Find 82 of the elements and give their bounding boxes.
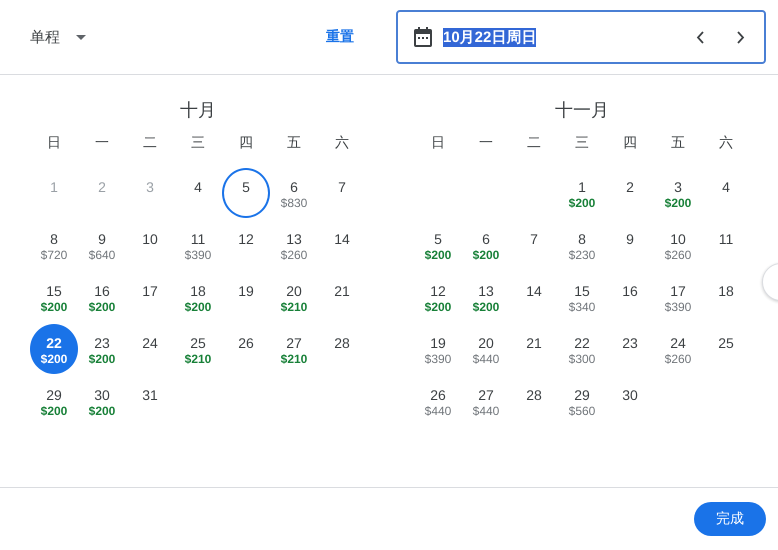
calendar-day[interactable]: 20 $440 [462, 324, 510, 374]
done-button[interactable]: 完成 [694, 502, 766, 536]
calendar-day[interactable]: 27 $210 [270, 324, 318, 374]
weekday-label: 六 [719, 134, 733, 152]
calendar-day[interactable]: 7 [510, 220, 558, 270]
calendar-day[interactable]: 25 [702, 324, 750, 374]
weekday-label: 日 [431, 134, 445, 152]
calendar-day[interactable]: 27 $440 [462, 376, 510, 426]
chevron-left-icon [696, 30, 704, 44]
calendar-day[interactable]: 17 [126, 272, 174, 322]
caret-icon [76, 34, 86, 40]
calendar-day[interactable]: 8 $720 [30, 220, 78, 270]
calendar-day[interactable]: 2 [606, 168, 654, 218]
calendar-day[interactable]: 10 [126, 220, 174, 270]
calendar-day[interactable]: 23 $200 [78, 324, 126, 374]
weekday-label: 五 [671, 134, 685, 152]
weekday-label: 二 [143, 134, 157, 152]
calendar-day[interactable]: 12 $200 [414, 272, 462, 322]
calendar-day[interactable]: 24 $260 [654, 324, 702, 374]
calendar-day[interactable]: 30 $200 [78, 376, 126, 426]
calendar-day[interactable]: 28 [318, 324, 366, 374]
calendar-day[interactable]: 26 [222, 324, 270, 374]
calendar-day[interactable]: 19 $390 [414, 324, 462, 374]
calendar-day[interactable]: 9 $640 [78, 220, 126, 270]
weekday-label: 一 [95, 134, 109, 152]
calendar-day[interactable]: 16 $200 [78, 272, 126, 322]
calendar-day[interactable]: 28 [510, 376, 558, 426]
calendar-day[interactable]: 29 $200 [30, 376, 78, 426]
calendar-day[interactable]: 21 [510, 324, 558, 374]
calendar-day[interactable]: 16 [606, 272, 654, 322]
calendar-day[interactable]: 6 $830 [270, 168, 318, 218]
calendar-day[interactable]: 21 [318, 272, 366, 322]
weekday-label: 四 [239, 134, 253, 152]
weekday-label: 五 [287, 134, 301, 152]
weekday-label: 三 [575, 134, 589, 152]
calendar-day[interactable]: 9 [606, 220, 654, 270]
calendar-day[interactable]: 1 $200 [558, 168, 606, 218]
calendar-day[interactable]: 11 [702, 220, 750, 270]
calendar-day[interactable]: 22 $300 [558, 324, 606, 374]
weekday-label: 一 [479, 134, 493, 152]
calendar-day[interactable]: 13 $200 [462, 272, 510, 322]
calendar-day[interactable]: 30 [606, 376, 654, 426]
calendar-day[interactable]: 23 [606, 324, 654, 374]
calendar-day[interactable]: 14 [318, 220, 366, 270]
calendar-icon [414, 27, 432, 47]
weekday-label: 四 [623, 134, 637, 152]
calendar-day[interactable]: 20 $210 [270, 272, 318, 322]
reset-link[interactable]: 重置 [324, 22, 356, 52]
trip-type-dropdown[interactable]: 单程 [18, 20, 98, 54]
weekday-label: 日 [47, 134, 61, 152]
calendar-day[interactable]: 8 $230 [558, 220, 606, 270]
calendar-day[interactable]: 29 $560 [558, 376, 606, 426]
calendar-day[interactable]: 17 $390 [654, 272, 702, 322]
calendar-day[interactable]: 31 [126, 376, 174, 426]
calendar-day[interactable]: 22 $200 [30, 324, 78, 374]
calendar-day[interactable]: 5 [222, 168, 270, 218]
chevron-right-icon [737, 30, 745, 44]
calendar-day[interactable]: 4 [174, 168, 222, 218]
month-title: 十一月 [555, 99, 609, 122]
calendar-day[interactable]: 18 $200 [174, 272, 222, 322]
calendar-day[interactable]: 26 $440 [414, 376, 462, 426]
calendar-day[interactable]: 19 [222, 272, 270, 322]
calendar-day[interactable]: 24 [126, 324, 174, 374]
calendar-day[interactable]: 11 $390 [174, 220, 222, 270]
calendar-day[interactable]: 25 $210 [174, 324, 222, 374]
weekday-label: 六 [335, 134, 349, 152]
calendar-day[interactable]: 12 [222, 220, 270, 270]
calendar-day[interactable]: 7 [318, 168, 366, 218]
calendar-day[interactable]: 5 $200 [414, 220, 462, 270]
month-title: 十月 [180, 99, 216, 122]
calendar-day[interactable]: 14 [510, 272, 558, 322]
calendar-day[interactable]: 18 [702, 272, 750, 322]
calendar-day[interactable]: 4 [702, 168, 750, 218]
calendar-day[interactable]: 15 $340 [558, 272, 606, 322]
calendar-day[interactable]: 15 $200 [30, 272, 78, 322]
weekday-label: 三 [191, 134, 205, 152]
calendar-day[interactable]: 10 $260 [654, 220, 702, 270]
date-field[interactable]: 10月22日周日 [396, 10, 766, 64]
calendar-day[interactable]: 3 $200 [654, 168, 702, 218]
weekday-label: 二 [527, 134, 541, 152]
calendar-day[interactable]: 6 $200 [462, 220, 510, 270]
calendar-day[interactable]: 13 $260 [270, 220, 318, 270]
